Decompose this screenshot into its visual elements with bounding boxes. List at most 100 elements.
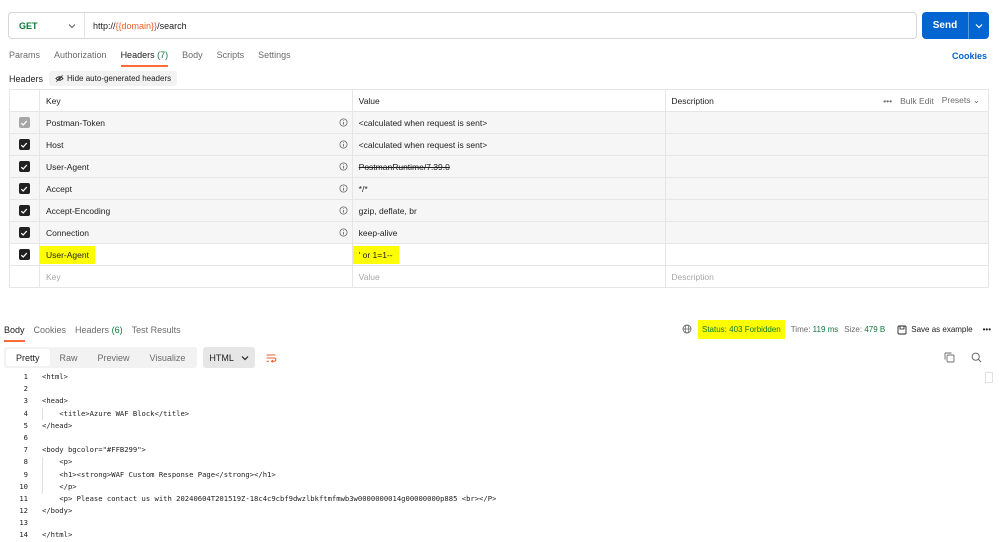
cookies-link[interactable]: Cookies <box>952 51 987 61</box>
chevron-down-icon <box>241 355 249 360</box>
tab-params[interactable]: Params <box>9 50 40 67</box>
row-checkbox[interactable] <box>18 205 30 216</box>
headers-subheader: Headers Hide auto-generated headers <box>9 71 178 86</box>
row-key[interactable]: Host <box>46 140 63 150</box>
table-row: Host <calculated when request is sent> <box>10 134 989 156</box>
copy-icon[interactable] <box>944 352 955 365</box>
send-button[interactable]: Send <box>922 12 989 39</box>
row-key[interactable]: Accept-Encoding <box>46 206 110 216</box>
method-label: GET <box>19 20 38 31</box>
chevron-down-icon <box>68 22 76 30</box>
more-options-icon[interactable]: ••• <box>983 325 991 334</box>
info-icon[interactable] <box>339 162 348 171</box>
hide-auto-headers-button[interactable]: Hide auto-generated headers <box>49 71 178 86</box>
table-tools: ••• Bulk Edit Presets ⌄ <box>883 95 980 106</box>
method-selector[interactable]: GET <box>9 13 85 38</box>
response-size[interactable]: Size: 479 B <box>844 325 885 334</box>
more-options-icon[interactable]: ••• <box>883 96 892 106</box>
response-time[interactable]: Time: 119 ms <box>791 325 839 334</box>
hide-auto-label: Hide auto-generated headers <box>67 74 172 83</box>
row-checkbox[interactable] <box>18 139 30 150</box>
bulk-edit-button[interactable]: Bulk Edit <box>900 96 934 106</box>
send-options-chevron-icon[interactable] <box>969 22 989 30</box>
row-value[interactable]: <calculated when request is sent> <box>359 140 488 150</box>
indent-guide <box>42 408 43 420</box>
code-line: 5 </head> <box>23 420 73 430</box>
row-value-overridden[interactable]: PostmanRuntime/7.39.0 <box>359 162 450 172</box>
tab-headers[interactable]: Headers (7) <box>120 50 168 67</box>
row-checkbox[interactable] <box>18 249 30 260</box>
value-column-header: Value <box>353 90 667 111</box>
send-label: Send <box>932 20 958 31</box>
tab-response-body[interactable]: Body <box>4 325 25 342</box>
row-key[interactable]: Connection <box>46 228 89 238</box>
visualize-button[interactable]: Visualize <box>140 349 196 366</box>
info-icon[interactable] <box>339 140 348 149</box>
info-icon[interactable] <box>339 206 348 215</box>
row-key[interactable]: Postman-Token <box>46 118 105 128</box>
tab-response-headers[interactable]: Headers (6) <box>75 325 123 341</box>
row-checkbox[interactable] <box>18 161 30 172</box>
code-line: 3 <head> <box>23 396 68 406</box>
tab-scripts[interactable]: Scripts <box>217 50 245 67</box>
save-as-example-button[interactable]: Save as example <box>897 325 973 335</box>
checkbox-column-header <box>10 90 40 111</box>
response-body-editor[interactable]: 1 <html> 2 3 <head> 4 <title>Azure WAF Blo… <box>0 371 999 542</box>
headers-title: Headers <box>9 73 44 84</box>
indent-guide <box>42 457 43 494</box>
row-key[interactable]: User-Agent <box>39 245 95 264</box>
table-row: Connection keep-alive <box>10 222 989 244</box>
table-row: User-Agent PostmanRuntime/7.39.0 <box>10 156 989 178</box>
row-key[interactable]: Accept <box>46 184 72 194</box>
scrollbar[interactable] <box>985 372 993 383</box>
pretty-button[interactable]: Pretty <box>6 349 50 366</box>
preview-button[interactable]: Preview <box>88 349 140 366</box>
key-column-header: Key <box>40 90 353 111</box>
url-path: /search <box>157 20 187 31</box>
row-value[interactable]: <calculated when request is sent> <box>359 118 488 128</box>
row-description[interactable] <box>666 222 989 243</box>
request-tabs: Params Authorization Headers (7) Body Sc… <box>9 50 305 67</box>
row-value[interactable]: ' or 1=1-- <box>352 245 399 264</box>
save-as-example-label: Save as example <box>911 325 973 334</box>
new-key-input[interactable]: Key <box>46 272 61 282</box>
wrap-lines-button[interactable] <box>261 347 281 368</box>
url-input[interactable]: http://{{domain}}/search <box>85 21 187 31</box>
row-description[interactable] <box>666 112 989 133</box>
raw-button[interactable]: Raw <box>50 349 88 366</box>
row-description[interactable] <box>666 244 989 265</box>
row-description[interactable] <box>666 200 989 221</box>
row-value[interactable]: */* <box>359 184 368 194</box>
description-column-header: Description ••• Bulk Edit Presets ⌄ <box>666 90 989 111</box>
row-value[interactable]: keep-alive <box>359 228 398 238</box>
tab-settings[interactable]: Settings <box>258 50 291 67</box>
code-line: 4 <title>Azure WAF Block</title> <box>23 408 190 418</box>
row-description[interactable] <box>666 178 989 199</box>
view-mode-selector: Pretty Raw Preview Visualize <box>4 347 198 368</box>
url-prefix: http:// <box>93 20 116 31</box>
row-description[interactable] <box>666 156 989 177</box>
row-checkbox[interactable] <box>18 227 30 238</box>
new-description-input[interactable]: Description <box>671 272 714 282</box>
code-line: 8 <p> <box>23 457 73 467</box>
info-icon[interactable] <box>339 184 348 193</box>
row-checkbox[interactable] <box>18 183 30 194</box>
tab-test-results[interactable]: Test Results <box>132 325 181 341</box>
search-icon[interactable] <box>971 352 982 365</box>
tab-response-cookies[interactable]: Cookies <box>34 325 67 341</box>
tab-body[interactable]: Body <box>182 50 203 67</box>
row-value[interactable]: gzip, deflate, br <box>359 206 417 216</box>
code-line: 2 <box>23 384 28 394</box>
row-key[interactable]: User-Agent <box>46 162 89 172</box>
language-dropdown[interactable]: HTML <box>203 347 256 368</box>
new-value-input[interactable]: Value <box>359 272 380 282</box>
row-checkbox[interactable] <box>18 117 30 128</box>
info-icon[interactable] <box>339 228 348 237</box>
info-icon[interactable] <box>339 118 348 127</box>
presets-dropdown[interactable]: Presets ⌄ <box>942 95 980 106</box>
tab-authorization[interactable]: Authorization <box>54 50 107 67</box>
globe-icon[interactable] <box>682 324 692 336</box>
status-badge[interactable]: Status: 403 Forbidden <box>698 320 785 339</box>
table-row: User-Agent ' or 1=1-- <box>10 244 989 266</box>
row-description[interactable] <box>666 134 989 155</box>
